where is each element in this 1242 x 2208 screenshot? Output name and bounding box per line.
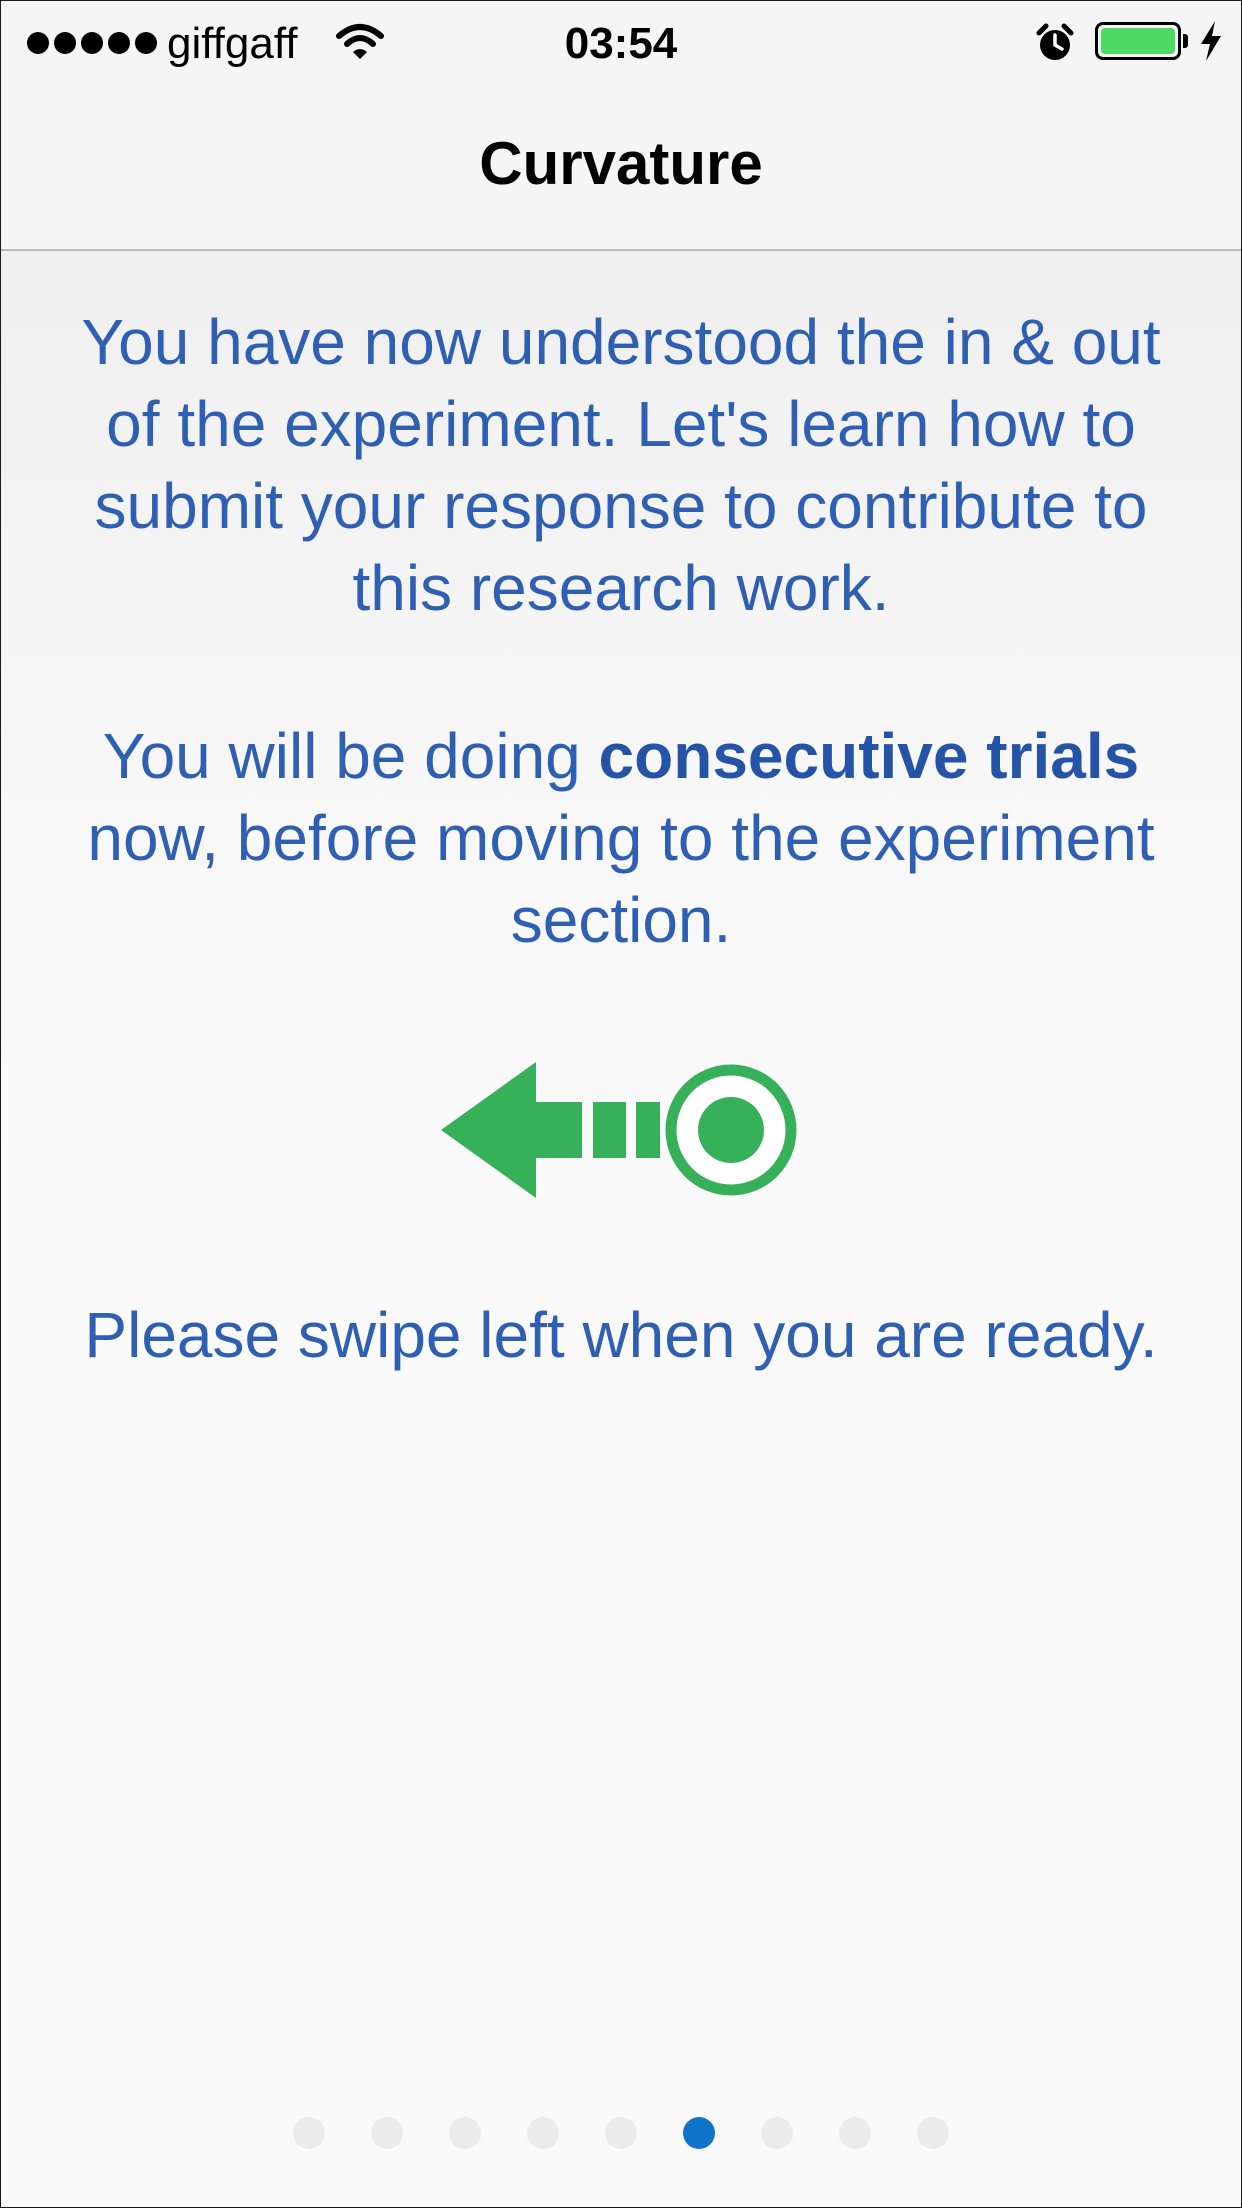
trials-suffix: now, before moving to the experiment sec… (87, 802, 1155, 956)
app-screen: giffgaff 03:54 Curvature You have now un… (0, 0, 1242, 2208)
page-dot[interactable] (449, 2117, 481, 2149)
page-title: Curvature (479, 130, 763, 197)
page-dot[interactable] (605, 2117, 637, 2149)
navigation-bar: Curvature (1, 85, 1241, 251)
page-dot-active[interactable] (683, 2117, 715, 2149)
page-dot[interactable] (527, 2117, 559, 2149)
charging-bolt-icon (1199, 21, 1223, 66)
page-dot[interactable] (761, 2117, 793, 2149)
intro-paragraph: You have now understood the in & out of … (81, 306, 1161, 624)
page-dot[interactable] (839, 2117, 871, 2149)
page-indicator[interactable] (1, 2117, 1241, 2149)
alarm-icon (1035, 23, 1075, 68)
status-bar: giffgaff 03:54 (1, 1, 1241, 85)
trials-paragraph: You will be doing consecutive trials now… (41, 715, 1201, 961)
trials-emphasis: consecutive trials (598, 720, 1140, 792)
page-dot[interactable] (917, 2117, 949, 2149)
page-dot[interactable] (371, 2117, 403, 2149)
battery-icon (1095, 22, 1181, 60)
trials-prefix: You will be doing (102, 720, 599, 792)
battery-tip (1183, 34, 1188, 48)
swipe-left-arrow-icon (441, 1059, 797, 1206)
swipe-instruction: Please swipe left when you are ready. (84, 1299, 1158, 1371)
page-dot[interactable] (293, 2117, 325, 2149)
